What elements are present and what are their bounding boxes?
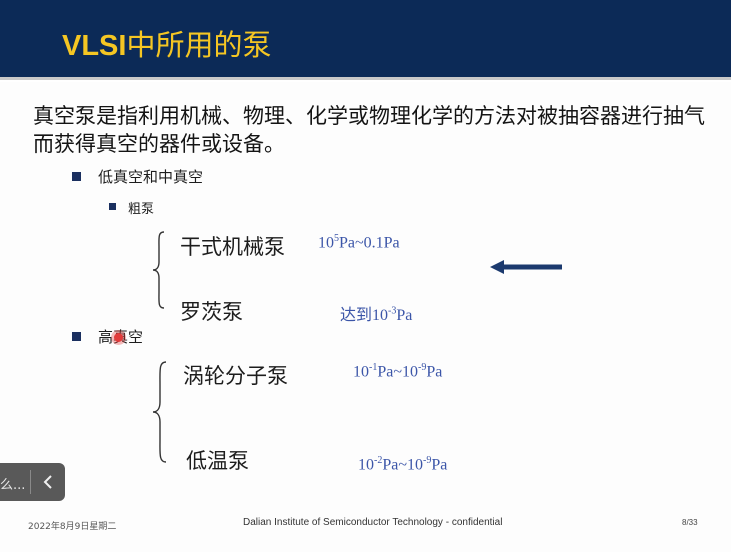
- bullet-square-icon: [72, 172, 81, 181]
- range-roots: 达到10-3Pa: [340, 305, 413, 324]
- pump-dry-mechanical: 干式机械泵: [180, 235, 285, 259]
- laser-pointer-icon: [114, 333, 123, 342]
- lead-paragraph: 真空泵是指利用机械、物理、化学或物理化学的方法对被抽容器进行抽气而获得真空的器件…: [33, 104, 705, 156]
- section-low-vacuum: 低真空和中真空: [98, 168, 204, 186]
- footer-date: 2022年8月9日星期二: [28, 522, 117, 532]
- range-dry-mechanical: 105Pa~0.1Pa: [318, 233, 400, 252]
- slide-title: VLSI中所用的泵: [62, 22, 271, 64]
- title-cjk: 中所用的泵: [126, 28, 272, 62]
- bullet-square-icon: [72, 332, 81, 341]
- left-arrow-icon: [490, 260, 562, 274]
- slide-frame: VLSI中所用的泵 真空泵是指利用机械、物理、化学或物理化学的方法对被抽容器进行…: [0, 0, 731, 552]
- range-cryo: 10-2Pa~10-9Pa: [358, 455, 448, 474]
- range-turbomolecular: 10-1Pa~10-9Pa: [353, 362, 443, 381]
- pump-turbomolecular: 涡轮分子泵: [183, 364, 288, 388]
- pump-roots: 罗茨泵: [180, 300, 243, 324]
- pump-cryo: 低温泵: [186, 449, 249, 473]
- side-panel-divider: [30, 470, 31, 494]
- sub-rough-pump: 粗泵: [128, 202, 155, 217]
- left-brace-icon: [152, 361, 167, 463]
- title-latin: VLSI: [62, 30, 127, 62]
- bullet-square-small-icon: [109, 203, 116, 210]
- footer-page-number: 8/33: [682, 518, 698, 527]
- chevron-left-icon: [43, 475, 52, 489]
- side-panel-text[interactable]: 么...: [0, 474, 25, 493]
- slide-header: VLSI中所用的泵: [0, 0, 731, 80]
- left-brace-icon: [152, 231, 165, 309]
- collapse-button[interactable]: [34, 466, 62, 498]
- footer-confidential: Dalian Institute of Semiconductor Techno…: [243, 517, 503, 528]
